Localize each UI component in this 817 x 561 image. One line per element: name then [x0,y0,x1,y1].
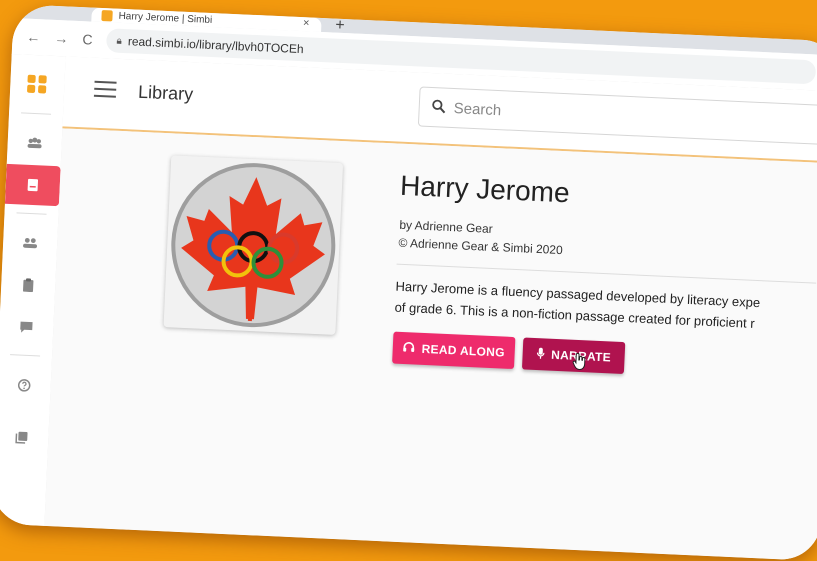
sidebar-divider [16,212,47,215]
app-window: Harry Jerome | Simbi × + ← → C 🔒︎ read.s… [0,4,817,561]
tab-close-icon[interactable]: × [303,17,310,29]
simbi-favicon-icon [101,9,113,21]
hamburger-menu-icon[interactable] [93,80,117,99]
hand-cursor-icon [572,352,589,376]
library-icon[interactable] [0,416,49,458]
forward-icon[interactable]: → [54,30,69,47]
clipboard-icon[interactable] [0,264,56,306]
microphone-icon [536,347,545,362]
read-along-label: READ ALONG [421,341,506,360]
simbi-logo-icon[interactable] [26,74,48,94]
book-detail: Harry Jerome by Adrienne Gear © Adrienne… [44,128,817,561]
book-icon[interactable] [4,163,61,207]
reload-icon[interactable]: C [82,31,93,47]
headphones-icon [402,341,415,356]
book-copyright: © Adrienne Gear & Simbi 2020 [398,235,563,258]
people-icon[interactable] [2,222,58,264]
back-icon[interactable]: ← [26,29,41,46]
book-author: by Adrienne Gear [399,217,494,236]
book-cover [163,155,344,335]
url-text: read.simbi.io/library/lbvh0TOCEh [127,34,304,57]
book-title: Harry Jerome [399,169,571,209]
help-icon[interactable] [0,364,52,406]
search-icon [431,99,446,117]
search-placeholder: Search [453,99,502,119]
book-description: Harry Jerome is a fluency passaged devel… [394,276,817,337]
page-title: Library [137,81,194,105]
sidebar-divider [21,112,52,115]
lock-icon: 🔒︎ [116,35,123,47]
maple-leaf-olympic-rings-image [171,163,336,328]
sidebar-divider [10,354,41,357]
search-input[interactable]: Search [417,86,817,146]
groups-icon[interactable] [7,122,63,164]
chat-icon[interactable] [0,306,54,348]
read-along-button[interactable]: READ ALONG [392,331,516,370]
